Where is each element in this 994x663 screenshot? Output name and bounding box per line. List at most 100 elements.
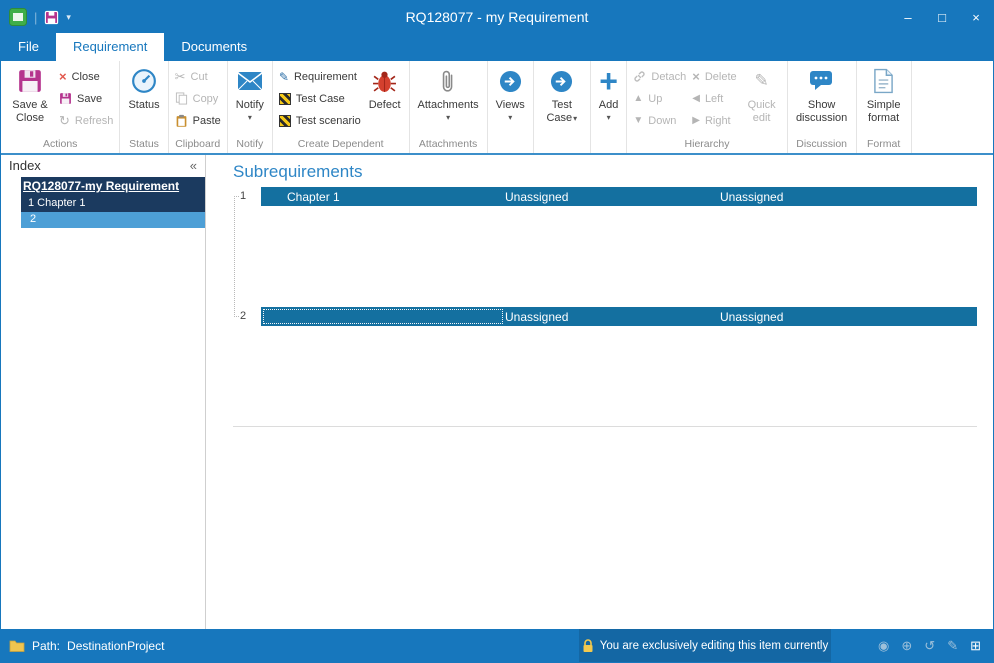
tree-connector-line [234,196,235,317]
simple-format-button[interactable]: Simple format [860,63,908,124]
ribbon-group-test-case: Test Case▾ [534,61,591,153]
statusbar-history-icon[interactable]: ↺ [924,638,935,654]
ribbon-group-attachments: Attachments ▾ Attachments [410,61,488,153]
close-window-button[interactable]: × [959,1,993,33]
status-button[interactable]: Status [123,63,164,112]
detach-button[interactable]: Detach [630,68,689,85]
left-arrow-icon: ◀ [692,93,700,104]
ribbon-group-actions: Save & Close × Close Save ↻ Refresh [1,61,120,153]
statusbar-hierarchy-icon[interactable]: ⊞ [970,638,981,654]
create-defect-button[interactable]: Defect [364,63,406,112]
subrequirement-row-2-selected[interactable]: Unassigned Unassigned [261,307,977,326]
tab-documents[interactable]: Documents [164,33,264,61]
lock-icon [582,639,594,653]
ribbon-group-create-dependent: ✎ Requirement Test Case Test scenario De… [273,61,410,153]
save-label: Save [77,93,102,105]
statusbar-info-icon[interactable]: ◉ [878,638,889,654]
create-test-scenario-label: Test scenario [296,115,361,127]
tree-item-chapter-1[interactable]: 1 Chapter 1 [21,195,205,212]
down-arrow-icon: ▼ [633,115,643,126]
copy-button[interactable]: Copy [172,90,224,107]
group-label-clipboard: Clipboard [172,138,224,153]
delete-button[interactable]: × Delete [689,68,739,85]
views-button[interactable]: Views ▾ [491,63,530,122]
save-and-close-label: Save & Close [9,99,51,124]
group-label-discussion: Discussion [791,138,853,153]
save-floppy-icon [59,92,72,105]
app-icon[interactable] [9,8,27,26]
subrequirement-number-2: 2 [240,310,246,322]
statusbar-edit-icon[interactable]: ✎ [947,638,958,654]
tab-requirement[interactable]: Requirement [56,33,164,61]
qat-separator: | [34,10,37,25]
move-left-button[interactable]: ◀ Left [689,90,739,107]
close-button[interactable]: × Close [56,68,116,85]
section-divider [233,426,977,427]
tab-file[interactable]: File [1,33,56,61]
exclusive-edit-panel: You are exclusively editing this item cu… [579,629,831,662]
ribbon-group-format: Simple format Format [857,61,912,153]
ribbon-group-notify: Notify ▾ Notify [228,61,273,153]
add-label: Add [599,99,619,112]
create-test-case-button[interactable]: Test Case [276,90,364,107]
tree-root-requirement[interactable]: RQ128077-my Requirement [21,177,205,195]
add-button[interactable]: + Add ▾ [594,63,624,122]
refresh-button[interactable]: ↻ Refresh [56,112,116,129]
create-requirement-button[interactable]: ✎ Requirement [276,68,364,85]
test-case-circle-icon [550,66,573,96]
move-up-button[interactable]: ▲ Up [630,90,689,107]
right-arrow-icon: ▶ [692,115,700,126]
ribbon-group-discussion: Show discussion Discussion [788,61,857,153]
statusbar-link-icon[interactable]: ⊕ [901,638,912,654]
subrequirement-assigned-2: Unassigned [720,190,977,204]
attachments-label: Attachments [418,99,479,112]
save-button[interactable]: Save [56,90,116,107]
notify-dropdown-caret-icon: ▾ [248,113,252,122]
quick-edit-button[interactable]: ✎ Quick edit [740,63,784,124]
statusbar: Path: DestinationProject You are exclusi… [1,629,993,662]
ribbon-group-hierarchy: Detach ▲ Up ▼ Down × Delete ◀ Left [627,61,787,153]
exclusive-edit-message: You are exclusively editing this item cu… [600,640,828,652]
maximize-button[interactable]: □ [925,1,959,33]
create-test-scenario-button[interactable]: Test scenario [276,112,364,129]
tree-item-2-selected[interactable]: 2 [21,212,205,228]
move-right-button[interactable]: ▶ Right [689,112,739,129]
quick-edit-pen-icon: ✎ [755,72,769,90]
subrequirement-name-focused[interactable] [261,307,505,326]
subrequirement-assigned-1: Unassigned [505,190,720,204]
defect-bug-icon [372,66,397,96]
index-panel: Index « RQ128077-my Requirement 1 Chapte… [1,155,206,629]
test-case-button[interactable]: Test Case▾ [537,63,587,124]
copy-label: Copy [193,93,219,105]
close-label: Close [72,71,100,83]
save-and-close-button[interactable]: Save & Close [4,63,56,124]
delete-label: Delete [705,71,737,83]
quick-save-icon[interactable] [44,10,59,25]
move-down-button[interactable]: ▼ Down [630,112,689,129]
notify-button[interactable]: Notify ▾ [231,63,269,122]
paste-button[interactable]: Paste [172,112,224,129]
notify-label: Notify [236,99,264,112]
group-label-notify: Notify [231,138,269,153]
attachments-dropdown-caret-icon: ▾ [446,113,450,122]
main-content: Subrequirements 1 Chapter 1 Unassigned U… [207,155,993,629]
cut-button[interactable]: ✂ Cut [172,68,224,85]
group-label-status: Status [123,138,164,153]
attachments-button[interactable]: Attachments ▾ [413,63,484,122]
group-label-hierarchy: Hierarchy [630,138,783,153]
collapse-panel-icon[interactable]: « [190,158,197,173]
refresh-icon: ↻ [59,114,70,127]
minimize-button[interactable]: – [891,1,925,33]
folder-icon [9,639,25,652]
test-scenario-icon [279,115,291,127]
statusbar-tools: ◉ ⊕ ↺ ✎ ⊞ [878,629,981,662]
subrequirement-row-1[interactable]: Chapter 1 Unassigned Unassigned [261,187,977,206]
qat-chevron-down-icon[interactable]: ▾ [66,12,71,23]
subrequirement-assigned-1: Unassigned [505,310,720,324]
create-requirement-label: Requirement [294,71,357,83]
document-icon [873,66,894,96]
ribbon-group-views: Views ▾ [488,61,534,153]
delete-x-icon: × [692,70,700,83]
show-discussion-button[interactable]: Show discussion [791,63,853,124]
views-dropdown-caret-icon: ▾ [508,113,512,122]
